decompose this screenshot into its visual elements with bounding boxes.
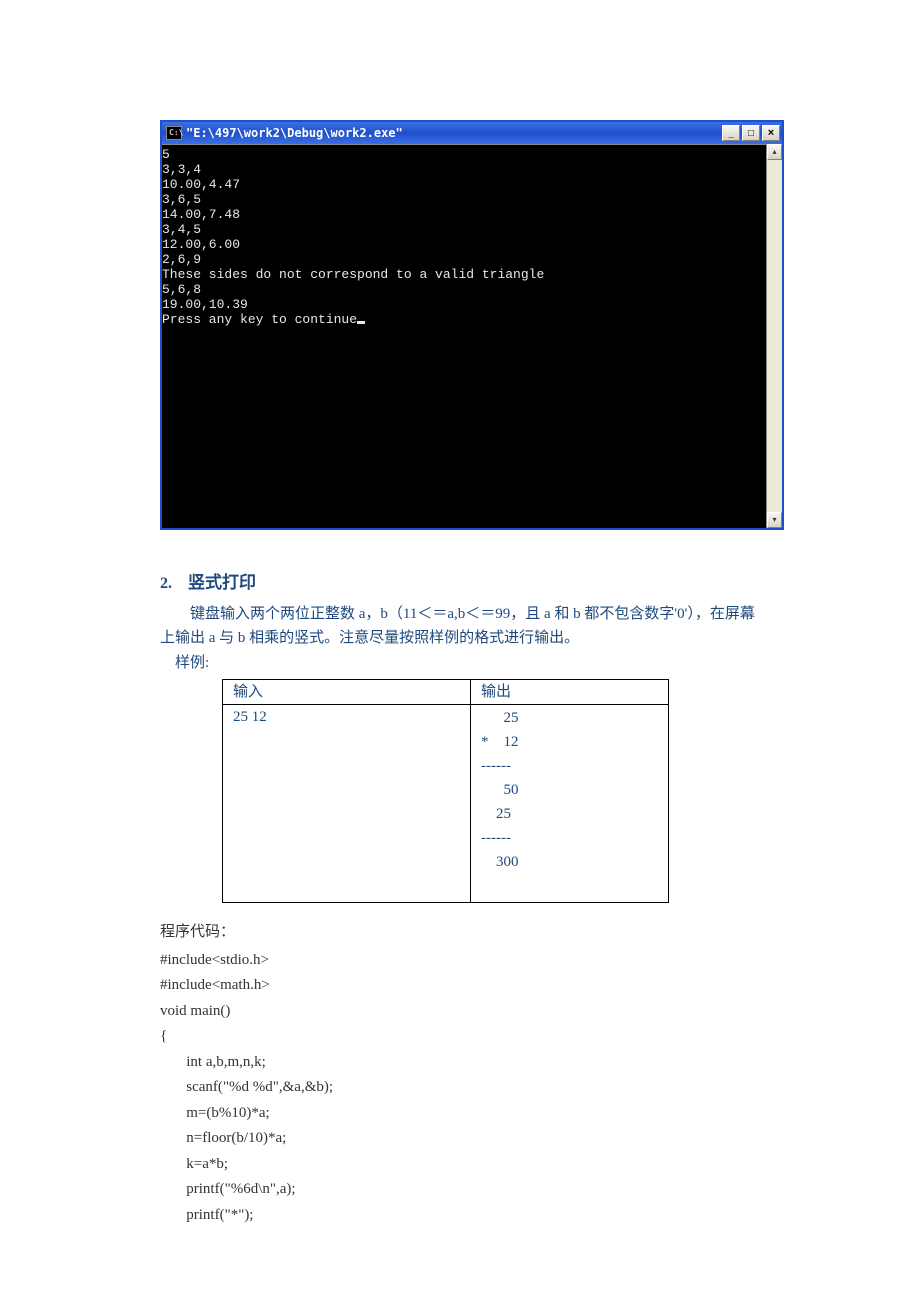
- titlebar: C:\ "E:\497\work2\Debug\work2.exe" _ □ ×: [162, 122, 782, 144]
- scrollbar-track[interactable]: [767, 160, 782, 512]
- problem-desc-line1: 键盘输入两个两位正整数 a，b（11＜＝a,b＜＝99，且 a 和 b 都不包含…: [160, 602, 785, 626]
- window-title: "E:\497\work2\Debug\work2.exe": [186, 124, 718, 142]
- close-button[interactable]: ×: [762, 125, 780, 141]
- section-title: 竖式打印: [188, 573, 256, 592]
- cmd-icon: C:\: [166, 126, 182, 140]
- console-line: These sides do not correspond to a valid…: [162, 267, 544, 282]
- console-line: Press any key to continue: [162, 312, 357, 327]
- console-line: 3,4,5: [162, 222, 201, 237]
- table-row: 25 12 25 * 12 ------ 50 25 ------ 300: [223, 705, 669, 903]
- console-line: 3,3,4: [162, 162, 201, 177]
- console-line: 10.00,4.47: [162, 177, 240, 192]
- header-input: 输入: [223, 679, 471, 705]
- scroll-up-button[interactable]: ▴: [767, 144, 782, 160]
- console-line: 14.00,7.48: [162, 207, 240, 222]
- console-line: 5: [162, 147, 170, 162]
- console-client: 5 3,3,4 10.00,4.47 3,6,5 14.00,7.48 3,4,…: [162, 144, 782, 528]
- table-header-row: 输入 输出: [223, 679, 669, 705]
- scroll-down-button[interactable]: ▾: [767, 512, 782, 528]
- console-output: 5 3,3,4 10.00,4.47 3,6,5 14.00,7.48 3,4,…: [162, 144, 766, 528]
- minimize-button[interactable]: _: [722, 125, 740, 141]
- console-window: C:\ "E:\497\work2\Debug\work2.exe" _ □ ×…: [160, 120, 784, 530]
- scrollbar-vertical[interactable]: ▴ ▾: [766, 144, 782, 528]
- example-label: 样例:: [160, 652, 785, 675]
- maximize-button[interactable]: □: [742, 125, 760, 141]
- section-number: 2.: [160, 575, 172, 592]
- example-table: 输入 输出 25 12 25 * 12 ------ 50 25 ------ …: [222, 679, 669, 904]
- console-line: 19.00,10.39: [162, 297, 248, 312]
- cursor-icon: [357, 321, 365, 324]
- console-line: 12.00,6.00: [162, 237, 240, 252]
- console-line: 2,6,9: [162, 252, 201, 267]
- output-pre: 25 * 12 ------ 50 25 ------ 300: [481, 706, 658, 898]
- code-block: #include<stdio.h> #include<math.h> void …: [160, 948, 785, 1229]
- cell-input: 25 12: [223, 705, 471, 903]
- cell-output: 25 * 12 ------ 50 25 ------ 300: [471, 705, 669, 903]
- problem-desc-line2: 上输出 a 与 b 相乘的竖式。注意尽量按照样例的格式进行输出。: [160, 626, 785, 650]
- header-output: 输出: [471, 679, 669, 705]
- console-line: 3,6,5: [162, 192, 201, 207]
- console-line: 5,6,8: [162, 282, 201, 297]
- titlebar-buttons: _ □ ×: [722, 125, 780, 141]
- section-heading: 2. 竖式打印: [160, 570, 785, 596]
- code-label: 程序代码：: [160, 921, 785, 944]
